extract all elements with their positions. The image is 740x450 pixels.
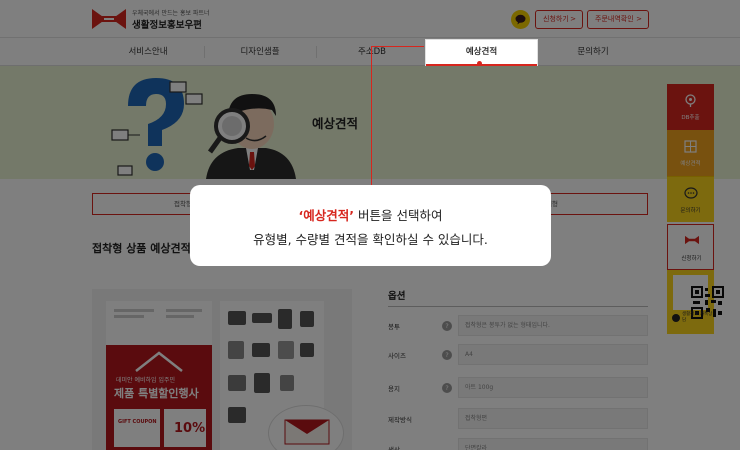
nav-item-estimate-label: 예상견적 — [465, 47, 498, 57]
tutorial-tooltip: ‘예상견적’ 버튼을 선택하여 유형별, 수량별 견적을 확인하실 수 있습니다… — [190, 185, 551, 266]
tooltip-line-2: 유형별, 수량별 견적을 확인하실 수 있습니다. — [253, 232, 488, 247]
tooltip-line-1-rest: 버튼을 선택하여 — [354, 208, 443, 223]
guide-dot — [477, 61, 482, 66]
nav-item-estimate[interactable]: 예상견적 — [425, 39, 538, 66]
tooltip-line-1: ‘예상견적’ 버튼을 선택하여 — [190, 205, 551, 224]
guide-line-vertical — [371, 46, 372, 185]
guide-line-horizontal — [371, 46, 424, 47]
tooltip-highlight: ‘예상견적’ — [298, 208, 355, 223]
